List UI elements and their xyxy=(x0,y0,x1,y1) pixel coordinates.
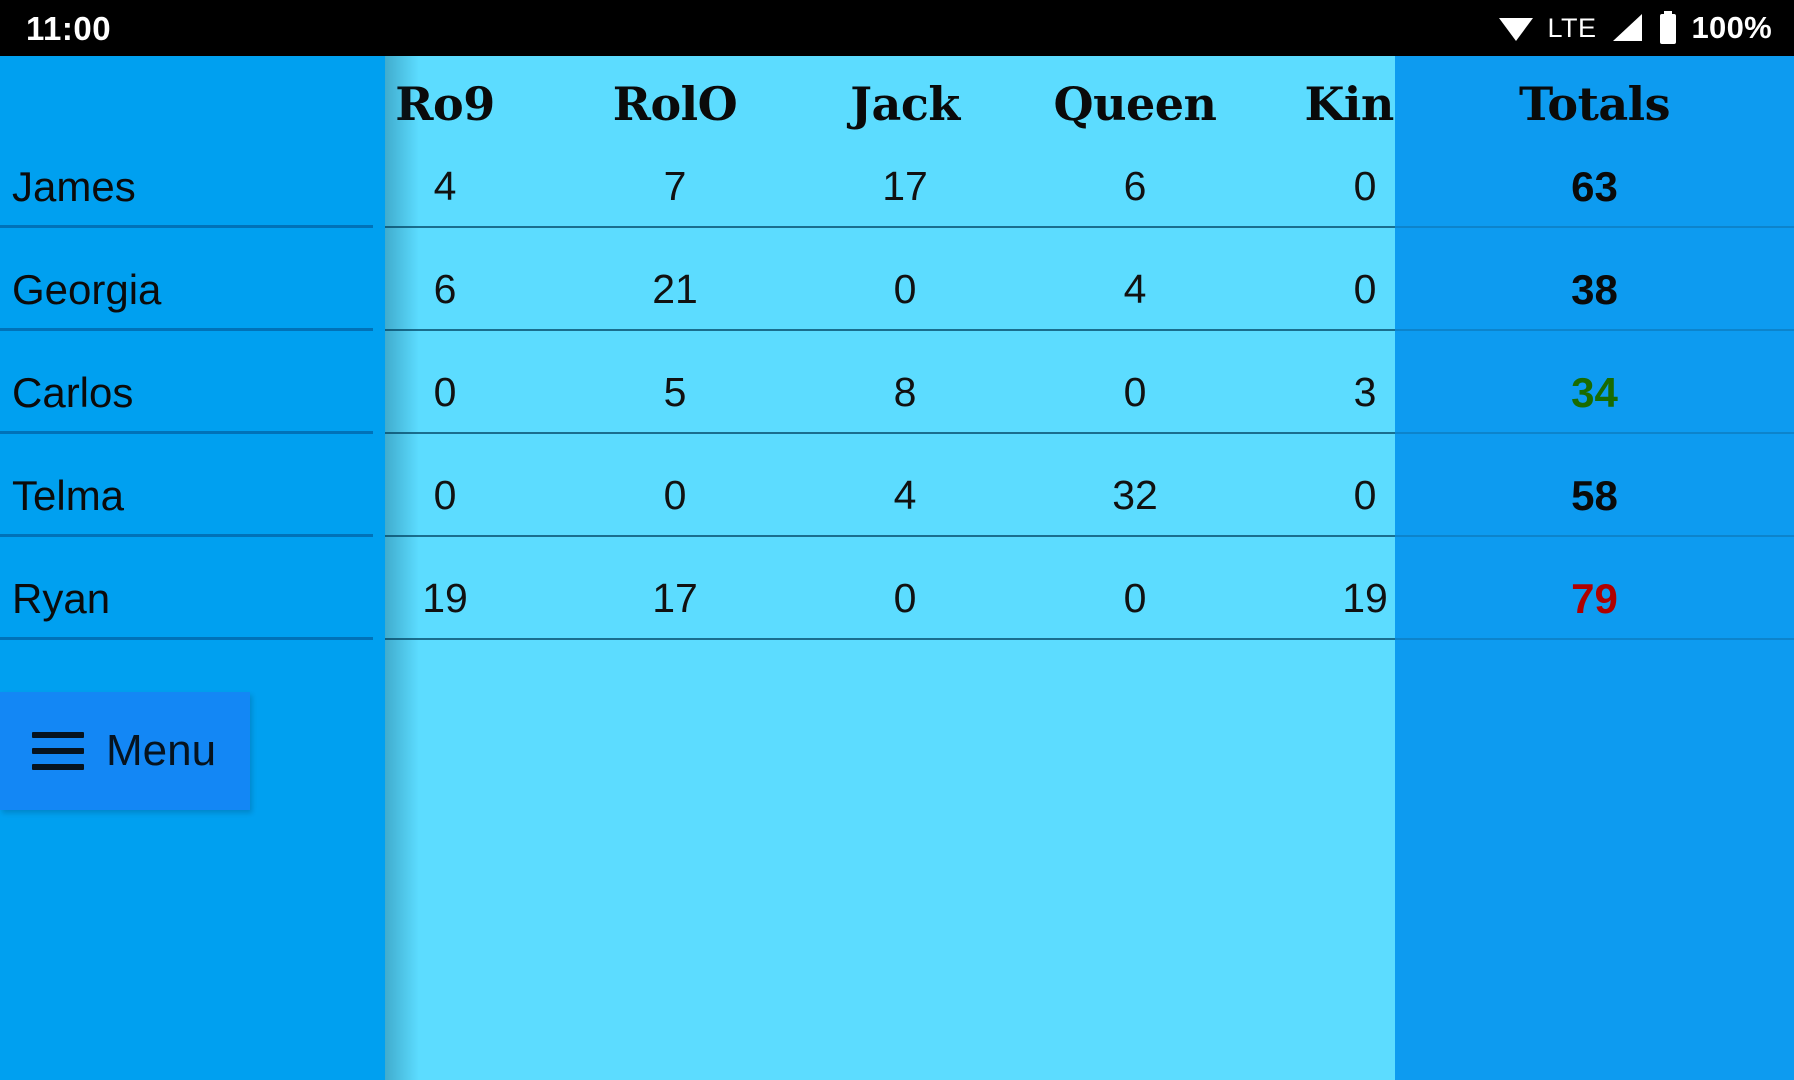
player-name-cell[interactable]: James xyxy=(0,151,373,228)
wifi-icon xyxy=(1498,13,1534,43)
score-cell[interactable]: 0 xyxy=(790,254,1020,331)
frozen-totals-column: Totals 63 38 34 58 79 xyxy=(1395,56,1794,1080)
total-cell: 79 xyxy=(1395,563,1794,640)
column-header: Jack xyxy=(850,76,960,131)
table-row: 4 7 17 6 0 xyxy=(385,151,1395,254)
signal-icon xyxy=(1610,13,1644,43)
battery-percent-label: 100% xyxy=(1691,10,1772,45)
total-cell: 34 xyxy=(1395,357,1794,434)
score-cell[interactable]: 8 xyxy=(790,357,1020,434)
scores-track: Ro9RolOJackQueenKing 4717606210400580300… xyxy=(385,56,1395,1080)
status-indicators: LTE 100% xyxy=(1498,10,1772,46)
table-row: 34 xyxy=(1395,357,1794,460)
scoreboard-screen: Ro9RolOJackQueenKing 4717606210400580300… xyxy=(0,56,1794,1080)
column-header: Queen xyxy=(1053,76,1218,131)
column-header: King xyxy=(1304,76,1395,131)
score-cell[interactable]: 19 xyxy=(385,563,560,640)
score-cell[interactable]: 0 xyxy=(1250,460,1395,537)
table-row[interactable]: Telma xyxy=(0,460,385,563)
scores-body: 4 7 17 6 0 6 21 0 4 0 0 5 8 0 3 0 0 4 32 0 19 17 0 0 19 xyxy=(385,151,1395,666)
player-name-cell[interactable]: Ryan xyxy=(0,563,373,640)
table-row: 0 0 4 32 0 xyxy=(385,460,1395,563)
table-row: 05803 xyxy=(385,357,1395,460)
column-header: Ro9 xyxy=(395,76,495,131)
player-name-cell[interactable]: Telma xyxy=(0,460,373,537)
score-cell[interactable]: 21 xyxy=(560,254,790,331)
score-cell[interactable]: 0 xyxy=(1250,151,1395,228)
column-header: RolO xyxy=(612,76,738,131)
score-cell[interactable]: 0 xyxy=(1250,254,1395,331)
frozen-name-column: James Georgia Carlos Telma Ryan Menu xyxy=(0,56,385,1080)
total-cell: 58 xyxy=(1395,460,1794,537)
table-row: 6 21 0 4 0 xyxy=(385,254,1395,357)
score-cell[interactable]: 6 xyxy=(1020,151,1250,228)
network-type-label: LTE xyxy=(1547,12,1597,43)
table-row: 19 17 0 0 19 xyxy=(385,563,1395,666)
totals-header-label: Totals xyxy=(1518,76,1671,131)
table-row: 79 xyxy=(1395,563,1794,666)
score-cell[interactable]: 0 xyxy=(1020,563,1250,640)
hamburger-icon xyxy=(32,732,84,770)
score-cell[interactable]: 6 xyxy=(385,254,560,331)
column-header-row: Ro9 RolO Jack Queen King xyxy=(385,56,1395,151)
battery-icon xyxy=(1657,11,1679,45)
total-cell: 38 xyxy=(1395,254,1794,331)
table-row[interactable]: Georgia xyxy=(0,254,385,357)
totals-list: 63 38 34 58 79 xyxy=(1395,151,1794,666)
status-clock: 11:00 xyxy=(26,9,112,47)
score-cell[interactable]: 4 xyxy=(790,460,1020,537)
score-cell[interactable]: 32 xyxy=(1020,460,1250,537)
score-cell[interactable]: 17 xyxy=(790,151,1020,228)
table-row: 58 xyxy=(1395,460,1794,563)
score-cell[interactable]: 4 xyxy=(385,151,560,228)
player-name-cell[interactable]: Georgia xyxy=(0,254,373,331)
score-cell[interactable]: 4 xyxy=(1020,254,1250,331)
scrollable-scores-region[interactable]: Ro9RolOJackQueenKing 4717606210400580300… xyxy=(385,56,1395,1080)
table-row: 63 xyxy=(1395,151,1794,254)
score-cell[interactable]: 17 xyxy=(560,563,790,640)
status-bar: 11:00 LTE 100% xyxy=(0,0,1794,56)
score-cell[interactable]: 0 xyxy=(560,460,790,537)
table-row: 38 xyxy=(1395,254,1794,357)
menu-button-label: Menu xyxy=(106,726,217,775)
table-row[interactable]: Carlos xyxy=(0,357,385,460)
score-cell[interactable]: 0 xyxy=(1020,357,1250,434)
score-cell[interactable]: 7 xyxy=(560,151,790,228)
score-cell[interactable]: 0 xyxy=(385,357,560,434)
score-cell[interactable]: 0 xyxy=(790,563,1020,640)
player-name-cell[interactable]: Carlos xyxy=(0,357,373,434)
name-column-header xyxy=(0,56,385,151)
score-cell[interactable]: 5 xyxy=(560,357,790,434)
table-row[interactable]: Ryan xyxy=(0,563,385,666)
score-cell[interactable]: 0 xyxy=(385,460,560,537)
score-cell[interactable]: 19 xyxy=(1250,563,1395,640)
menu-button[interactable]: Menu xyxy=(0,692,250,810)
score-cell[interactable]: 3 xyxy=(1250,357,1395,434)
totals-header-row: Totals xyxy=(1395,56,1794,151)
player-name-list: James Georgia Carlos Telma Ryan xyxy=(0,151,385,666)
total-cell: 63 xyxy=(1395,151,1794,228)
table-row[interactable]: James xyxy=(0,151,385,254)
